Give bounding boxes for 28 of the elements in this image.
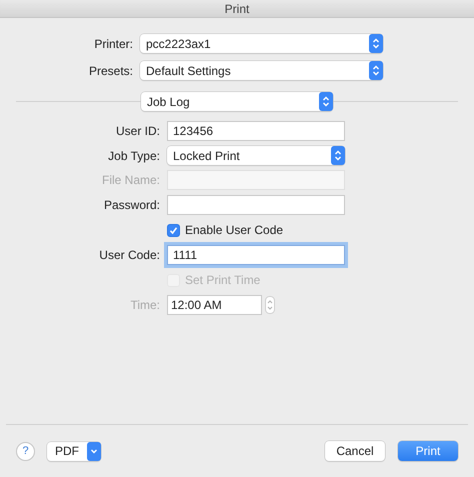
checkbox-label: Enable User Code: [185, 223, 284, 237]
section-popup[interactable]: Job Log: [141, 92, 333, 111]
field-label: Job Type:: [108, 148, 160, 162]
field-label: File Name:: [102, 173, 160, 187]
help-button[interactable]: ?: [16, 442, 35, 460]
field-label: User Code:: [99, 248, 160, 262]
pdf-menu-button[interactable]: PDF: [47, 442, 101, 460]
field-label: Time:: [130, 298, 160, 312]
window-title: Print: [224, 2, 250, 16]
job-type-popup[interactable]: Locked Print: [167, 146, 345, 165]
stepper-icon: [369, 61, 383, 80]
checkbox-label: Set Print Time: [185, 273, 260, 287]
stepper-icon: [319, 92, 333, 111]
field-label: Password:: [104, 198, 160, 212]
presets-popup[interactable]: Default Settings: [140, 61, 383, 80]
presets-label: Presets:: [88, 64, 133, 78]
chevron-down-icon: [87, 442, 101, 460]
stepper-icon: [369, 34, 383, 53]
input-field[interactable]: 123456: [167, 121, 345, 141]
input-field[interactable]: 1111: [167, 245, 345, 265]
stepper-icon: [331, 146, 345, 165]
input-field[interactable]: [167, 195, 345, 215]
printer-label: Printer:: [94, 36, 133, 50]
printer-popup[interactable]: pcc2223ax1: [140, 34, 383, 53]
field-label: User ID:: [116, 124, 160, 138]
cancel-button[interactable]: Cancel: [325, 441, 385, 461]
stepper-icon[interactable]: [265, 296, 275, 314]
checkbox[interactable]: [167, 224, 180, 236]
